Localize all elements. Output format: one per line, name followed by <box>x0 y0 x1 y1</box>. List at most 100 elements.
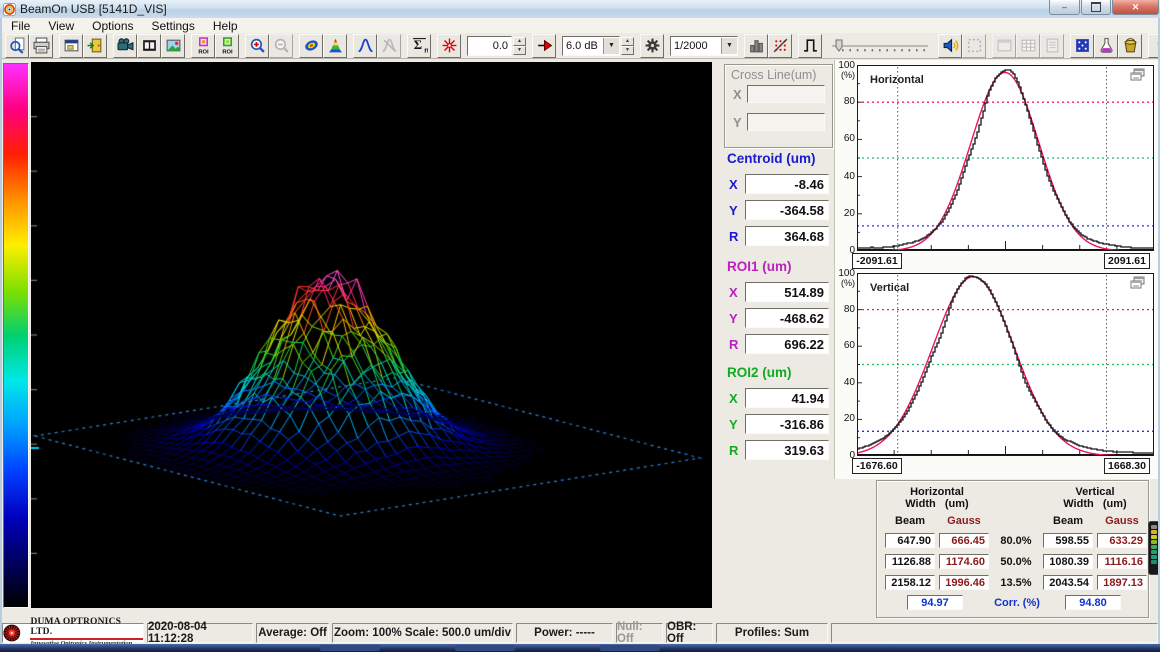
dots-button[interactable] <box>768 33 792 58</box>
flask-icon <box>1099 38 1113 53</box>
roi1-button[interactable]: ROI <box>191 33 215 58</box>
chevron-down-icon[interactable]: ▼ <box>721 37 737 54</box>
spinner-up[interactable]: ▲ <box>621 36 634 46</box>
taskbar-item[interactable] <box>455 645 515 651</box>
film-button[interactable] <box>137 33 161 58</box>
menu-file[interactable]: File <box>2 19 39 33</box>
beam-3d-view[interactable] <box>31 62 712 608</box>
roi1-r-value: 696.22 <box>745 334 829 354</box>
attenuation-slider[interactable] <box>828 36 932 56</box>
y-axis-label: 40 <box>843 376 855 388</box>
x-max-label: 2091.61 <box>1104 253 1150 269</box>
apply-gain-button[interactable] <box>532 33 556 58</box>
gain-arrow-icon <box>537 39 552 52</box>
zoom-out-icon <box>274 38 289 53</box>
close-button[interactable]: ✕ <box>1112 0 1159 15</box>
pulse-button[interactable] <box>798 33 822 58</box>
h-beam-13: 2158.12 <box>885 575 935 590</box>
cascade-windows-icon[interactable] <box>1130 68 1146 82</box>
camera-button[interactable] <box>113 33 137 58</box>
os-taskbar[interactable] <box>0 644 1160 652</box>
scroll-icon <box>1046 38 1058 53</box>
svg-text:Σ: Σ <box>413 38 421 52</box>
laser-button[interactable] <box>437 33 461 58</box>
status-obr: OBR: Off <box>666 621 713 645</box>
sum-profiles-button[interactable]: Σn <box>407 33 431 58</box>
title-bar: BeamOn USB [5141D_VIS] – ✕ <box>0 0 1160 19</box>
svg-text:ROI: ROI <box>198 49 209 54</box>
menu-options[interactable]: Options <box>83 19 142 33</box>
image-icon <box>166 39 180 52</box>
zoom-in-button[interactable] <box>245 33 269 58</box>
minimize-button[interactable]: – <box>1049 0 1080 15</box>
view-3d-button[interactable] <box>323 33 347 58</box>
fill-button[interactable] <box>1118 33 1142 58</box>
y-axis-label: 20 <box>843 413 855 425</box>
pulse-icon <box>803 39 817 52</box>
view-2d-button[interactable] <box>299 33 323 58</box>
dots-cross-icon <box>773 38 787 53</box>
menu-view[interactable]: View <box>39 19 83 33</box>
setup-button[interactable] <box>59 33 83 58</box>
status-profiles: Profiles: Sum <box>716 623 828 643</box>
gain-spinner[interactable]: ▲ ▼ <box>621 36 634 55</box>
level-13: 13.5% <box>1000 577 1032 589</box>
spinner-down[interactable]: ▼ <box>621 45 634 55</box>
level-segment <box>1151 535 1157 539</box>
slider-thumb[interactable] <box>835 39 843 52</box>
pattern-button[interactable] <box>1070 33 1094 58</box>
gauss-header: Gauss <box>1105 515 1139 527</box>
spinner-down[interactable]: ▼ <box>513 45 526 55</box>
zoom-in-icon <box>250 38 265 53</box>
level-80: 80.0% <box>1000 535 1032 547</box>
level-segment <box>1151 550 1157 554</box>
film-icon <box>142 40 156 51</box>
menu-bar: File View Options Settings Help <box>2 18 1158 34</box>
maximize-button[interactable] <box>1081 0 1111 15</box>
laser-burst-icon <box>3 624 21 642</box>
v-beam-80: 598.55 <box>1043 533 1093 548</box>
y-axis-unit: (%) <box>841 70 855 80</box>
exit-button[interactable] <box>83 33 107 58</box>
y-axis-label: 20 <box>843 207 855 219</box>
image-view-button[interactable] <box>161 33 185 58</box>
cross-line-x-input[interactable] <box>747 85 825 103</box>
shutter-select[interactable]: 1/2000 ▼ <box>670 35 738 56</box>
toolbar: ROIROIΣn0.0▲▼6.0 dB▼▲▼1/2000▼? <box>2 33 1160 59</box>
menu-help[interactable]: Help <box>204 19 247 33</box>
gear-icon <box>645 38 659 53</box>
gain-select[interactable]: 6.0 dB ▼ <box>562 35 620 56</box>
v-width-unit: Width (um) <box>1063 498 1127 510</box>
status-bar: DUMA OPTRONICS LTD. Innovative Optronics… <box>0 618 1160 647</box>
open-report-button[interactable] <box>5 33 29 58</box>
magnifier-doc-icon <box>9 37 24 54</box>
offset-field[interactable]: 0.0 <box>467 35 512 56</box>
v-gauss-80: 633.29 <box>1097 533 1147 548</box>
cross-line-y-input[interactable] <box>747 113 825 131</box>
fan-button[interactable] <box>640 33 664 58</box>
menu-settings[interactable]: Settings <box>143 19 204 33</box>
histogram-button[interactable] <box>744 33 768 58</box>
offset-spinner[interactable]: ▲ ▼ <box>513 36 526 55</box>
laser-star-icon <box>442 38 456 53</box>
taskbar-item[interactable] <box>320 645 380 651</box>
y-axis-unit: (%) <box>841 278 855 288</box>
duma-logo: DUMA OPTRONICS LTD. Innovative Optronics… <box>2 618 144 647</box>
print-button[interactable] <box>29 33 53 58</box>
roi1-y-label: Y <box>729 311 738 326</box>
ellipse-2d-icon <box>304 40 318 51</box>
roi2-button[interactable]: ROI <box>215 33 239 58</box>
y-axis-label: 0 <box>849 450 855 461</box>
roi1-title: ROI1 (um) <box>727 259 792 274</box>
test-button[interactable] <box>1094 33 1118 58</box>
gauss-fit-button[interactable] <box>353 33 377 58</box>
gauss-icon <box>357 38 373 53</box>
chevron-down-icon[interactable]: ▼ <box>603 37 619 54</box>
taskbar-item[interactable] <box>600 645 660 651</box>
cascade-windows-icon[interactable] <box>1130 276 1146 290</box>
status-zoom-scale: Zoom: 100% Scale: 500.0 um/div <box>332 623 513 643</box>
y-axis-label: 80 <box>843 96 855 108</box>
sound-button[interactable] <box>938 33 962 58</box>
beam-header: Beam <box>895 515 925 527</box>
spinner-up[interactable]: ▲ <box>513 36 526 46</box>
